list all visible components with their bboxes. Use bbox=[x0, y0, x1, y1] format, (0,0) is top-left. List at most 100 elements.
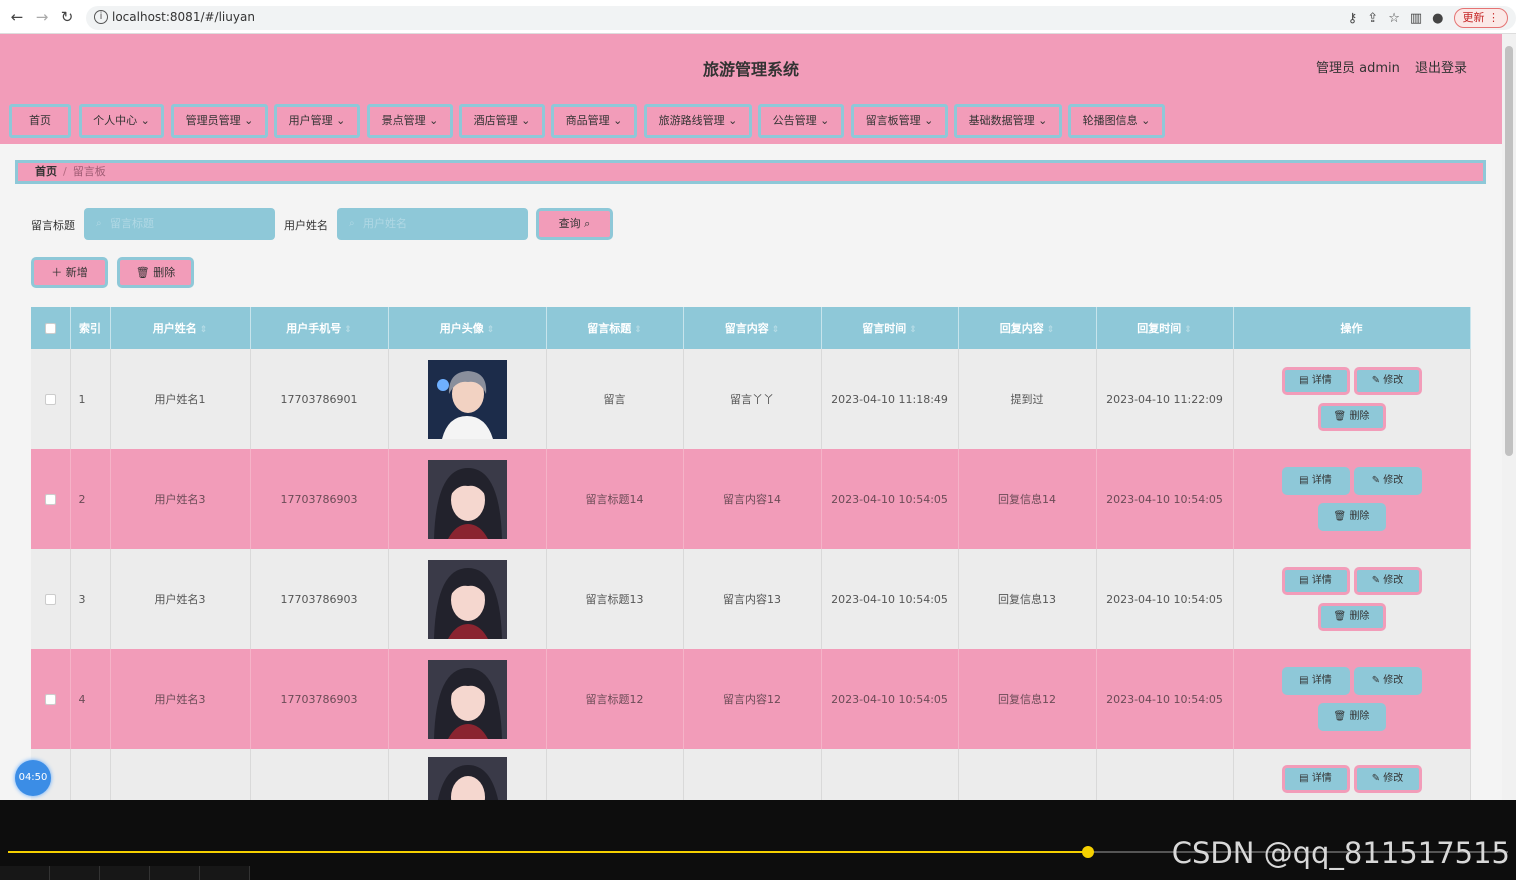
scrollbar-thumb[interactable] bbox=[1505, 46, 1513, 456]
row-checkbox[interactable] bbox=[44, 594, 56, 605]
share-icon[interactable]: ⇪ bbox=[1367, 11, 1378, 26]
doc-icon: ▤ bbox=[1299, 675, 1309, 686]
sort-icon[interactable]: ⇕ bbox=[200, 325, 208, 335]
delete-button[interactable]: 🗑 删除 bbox=[1317, 503, 1386, 531]
delete-button[interactable]: 🗑 删除 bbox=[1317, 403, 1386, 431]
detail-label: 详情 bbox=[1311, 675, 1332, 686]
column-header[interactable]: 回复时间 ⇕ bbox=[1096, 307, 1234, 349]
chevron-down-icon: ⌄ bbox=[728, 114, 738, 127]
column-header[interactable]: 留言标题 ⇕ bbox=[546, 307, 684, 349]
add-button[interactable]: ＋ 新增 bbox=[31, 257, 108, 288]
back-icon[interactable]: ← bbox=[8, 8, 26, 26]
menu-item-home[interactable]: 首页 bbox=[9, 104, 71, 138]
video-thumbnail[interactable] bbox=[150, 866, 200, 880]
column-header[interactable]: 留言内容 ⇕ bbox=[683, 307, 822, 349]
video-thumbnail[interactable] bbox=[200, 866, 250, 880]
forward-icon[interactable]: → bbox=[33, 8, 51, 26]
query-button[interactable]: 查询 ⌕ bbox=[536, 208, 613, 240]
detail-button[interactable]: ▤ 详情 bbox=[1281, 567, 1350, 595]
profile-icon[interactable]: ● bbox=[1432, 11, 1443, 26]
title-search-input[interactable] bbox=[84, 208, 275, 240]
edit-button[interactable]: ✎ 修改 bbox=[1353, 367, 1422, 395]
video-progress-knob[interactable] bbox=[1082, 846, 1094, 858]
breadcrumb: 首页 / 留言板 bbox=[15, 160, 1486, 184]
sort-icon[interactable]: ⇕ bbox=[909, 325, 917, 335]
logout-link[interactable]: 退出登录 bbox=[1415, 57, 1467, 76]
batch-delete-button[interactable]: 🗑 删除 bbox=[117, 257, 194, 288]
delete-button[interactable]: 🗑 删除 bbox=[1317, 603, 1386, 631]
detail-button[interactable]: ▤ 详情 bbox=[1281, 765, 1350, 793]
detail-button[interactable]: ▤ 详情 bbox=[1281, 467, 1350, 495]
user-search-input[interactable] bbox=[337, 208, 528, 240]
row-select-cell bbox=[31, 549, 71, 649]
sidepanel-icon[interactable]: ▥ bbox=[1410, 11, 1422, 26]
menu-item-goods[interactable]: 商品管理 ⌄ bbox=[551, 104, 637, 138]
row-checkbox[interactable] bbox=[44, 394, 56, 405]
menu-item-basedata[interactable]: 基础数据管理 ⌄ bbox=[954, 104, 1062, 138]
column-header[interactable]: 用户手机号 ⇕ bbox=[250, 307, 389, 349]
menu-label: 用户管理 bbox=[288, 114, 333, 127]
row-checkbox[interactable] bbox=[44, 494, 56, 505]
select-all-checkbox[interactable] bbox=[44, 323, 56, 334]
menu-item-hotels[interactable]: 酒店管理 ⌄ bbox=[459, 104, 545, 138]
menu-item-users[interactable]: 用户管理 ⌄ bbox=[274, 104, 360, 138]
avatar-cell bbox=[388, 649, 547, 749]
edit-button[interactable]: ✎ 修改 bbox=[1353, 467, 1422, 495]
avatar-cell bbox=[388, 549, 547, 649]
column-header[interactable]: 留言时间 ⇕ bbox=[821, 307, 959, 349]
edit-label: 修改 bbox=[1383, 675, 1404, 686]
menu-item-profile[interactable]: 个人中心 ⌄ bbox=[79, 104, 164, 138]
detail-button[interactable]: ▤ 详情 bbox=[1281, 667, 1350, 695]
sort-icon[interactable]: ⇕ bbox=[344, 325, 352, 335]
detail-button[interactable]: ▤ 详情 bbox=[1281, 367, 1350, 395]
edit-button[interactable]: ✎ 修改 bbox=[1353, 567, 1422, 595]
actions-cell: ▤ 详情 ✎ 修改 🗑 删除 bbox=[1233, 349, 1471, 449]
column-header[interactable]: 回复内容 ⇕ bbox=[958, 307, 1097, 349]
phone-cell: 17703786903 bbox=[250, 649, 389, 749]
sort-icon[interactable]: ⇕ bbox=[772, 325, 780, 335]
reload-icon[interactable]: ↻ bbox=[58, 8, 76, 26]
sort-icon[interactable]: ⇕ bbox=[1184, 325, 1192, 335]
video-thumbnail[interactable] bbox=[0, 866, 50, 880]
actions-cell: ▤ 详情 ✎ 修改 🗑 删除 bbox=[1233, 649, 1471, 749]
edit-label: 修改 bbox=[1383, 575, 1404, 586]
menu-label: 留言板管理 bbox=[865, 114, 921, 127]
row-checkbox[interactable] bbox=[44, 694, 56, 705]
menu-item-messages[interactable]: 留言板管理 ⌄ bbox=[851, 104, 948, 138]
trash-icon: 🗑 bbox=[1333, 411, 1347, 422]
phone-cell: 17703786901 bbox=[250, 349, 389, 449]
video-thumbnail[interactable] bbox=[50, 866, 100, 880]
star-icon[interactable]: ☆ bbox=[1388, 11, 1400, 26]
delete-button[interactable]: 🗑 删除 bbox=[1317, 703, 1386, 731]
search-icon: ⌕ bbox=[96, 218, 102, 229]
video-thumbnail[interactable] bbox=[100, 866, 150, 880]
sort-icon[interactable]: ⇕ bbox=[634, 325, 642, 335]
edit-button[interactable]: ✎ 修改 bbox=[1353, 667, 1422, 695]
menu-item-scenic[interactable]: 景点管理 ⌄ bbox=[367, 104, 453, 138]
menu-label: 景点管理 bbox=[381, 114, 426, 127]
avatar-cell bbox=[388, 449, 547, 549]
title-cell: 留言标题13 bbox=[546, 549, 684, 649]
column-header[interactable]: 用户头像 ⇕ bbox=[388, 307, 547, 349]
site-info-icon[interactable]: i bbox=[94, 10, 108, 24]
edit-button[interactable]: ✎ 修改 bbox=[1353, 765, 1422, 793]
time-cell: 2023-04-10 10:54:05 bbox=[821, 649, 959, 749]
admin-label: 管理员 admin bbox=[1316, 61, 1400, 76]
update-button[interactable]: 更新 ⋮ bbox=[1453, 8, 1508, 28]
update-label: 更新 bbox=[1462, 11, 1485, 24]
sort-icon[interactable]: ⇕ bbox=[487, 325, 495, 335]
address-bar[interactable]: i localhost:8081/#/liuyan bbox=[86, 6, 1516, 30]
breadcrumb-home[interactable]: 首页 bbox=[35, 165, 57, 178]
key-icon[interactable]: ⚷ bbox=[1348, 11, 1358, 26]
pencil-icon: ✎ bbox=[1371, 675, 1381, 686]
menu-item-admins[interactable]: 管理员管理 ⌄ bbox=[171, 104, 268, 138]
menu-item-routes[interactable]: 旅游路线管理 ⌄ bbox=[644, 104, 752, 138]
video-player-bar: CSDN @qq_811517515 bbox=[0, 800, 1516, 880]
menu-item-carousel[interactable]: 轮播图信息 ⌄ bbox=[1068, 104, 1165, 138]
sort-icon[interactable]: ⇕ bbox=[1047, 325, 1055, 335]
page-scrollbar[interactable] bbox=[1502, 34, 1516, 800]
menu-item-notices[interactable]: 公告管理 ⌄ bbox=[758, 104, 844, 138]
column-header[interactable]: 用户姓名 ⇕ bbox=[110, 307, 251, 349]
time-cell: 2023-04-10 11:18:49 bbox=[821, 349, 959, 449]
pencil-icon: ✎ bbox=[1371, 575, 1381, 586]
